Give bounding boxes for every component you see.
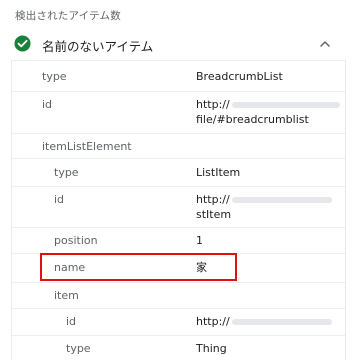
row-value: 1: [196, 234, 203, 247]
redacted-text: [231, 319, 332, 325]
detail-row-id: id http:// file/#breadcrumblist: [12, 98, 345, 128]
row-value-line2: file/#breadcrumblist: [196, 113, 309, 126]
page-title: 検出されたアイテム数: [15, 10, 121, 22]
redacted-text: [231, 197, 332, 203]
check-circle-icon: [14, 35, 31, 52]
row-key: type: [42, 70, 67, 83]
item-title: 名前のないアイテム: [42, 39, 154, 54]
row-key: itemListElement: [42, 140, 132, 153]
highlight-box: [40, 253, 237, 281]
item-details-panel: type BreadcrumbList id http:// file/#bre…: [11, 60, 346, 360]
row-key: position: [54, 234, 98, 247]
detected-item-header[interactable]: 名前のないアイテム: [0, 30, 342, 58]
chevron-up-icon[interactable]: [318, 37, 332, 51]
row-value-line2: stItem: [196, 208, 232, 221]
row-value: ListItem: [196, 166, 241, 179]
row-value-line1: http://: [196, 98, 230, 111]
row-key: item: [54, 289, 79, 302]
redacted-text: [231, 102, 340, 108]
row-key: id: [54, 193, 65, 206]
row-key: id: [42, 98, 53, 111]
row-key: id: [66, 315, 77, 328]
row-value: BreadcrumbList: [196, 70, 283, 83]
row-value-line1: http://: [196, 193, 230, 206]
row-key: type: [66, 342, 91, 355]
row-value: http://: [196, 315, 230, 328]
row-value: Thing: [196, 342, 227, 355]
row-key: type: [54, 166, 79, 179]
detail-row-id: id http:// stItem: [12, 193, 345, 223]
